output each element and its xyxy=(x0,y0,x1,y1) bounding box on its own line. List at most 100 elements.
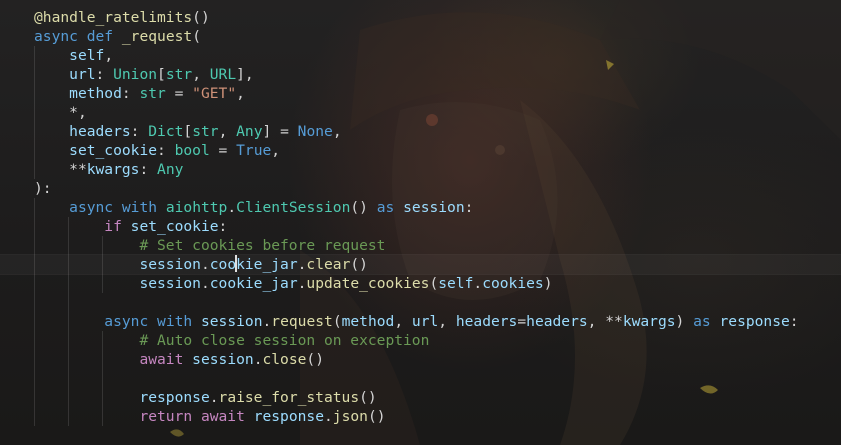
indent-guide xyxy=(68,274,69,293)
code-line[interactable]: # Auto close session on exception xyxy=(0,331,841,350)
code-token: Union xyxy=(113,66,158,83)
indent-guide xyxy=(34,274,35,293)
indent-guide xyxy=(68,350,69,369)
code-token: . xyxy=(227,199,237,216)
indent-guide xyxy=(102,255,103,274)
indentation xyxy=(34,313,104,330)
code-token: cookie_jar xyxy=(209,275,298,292)
code-token: with xyxy=(121,199,158,216)
code-token: . xyxy=(200,256,210,273)
code-line[interactable]: **kwargs: Any xyxy=(0,160,841,179)
code-token: [ xyxy=(157,66,166,83)
code-token: () xyxy=(306,351,324,368)
code-token: method xyxy=(341,313,395,330)
code-token: url xyxy=(411,313,439,330)
code-line[interactable]: response.raise_for_status() xyxy=(0,388,841,407)
indent-guide xyxy=(102,331,103,350)
code-line[interactable] xyxy=(0,369,841,388)
indent-guide xyxy=(34,103,35,122)
indentation xyxy=(34,199,69,216)
indent-guide xyxy=(34,312,35,331)
indent-guide xyxy=(34,217,35,236)
indentation xyxy=(34,47,69,64)
code-token: ( xyxy=(192,28,201,45)
code-line[interactable]: self, xyxy=(0,46,841,65)
code-token: : xyxy=(157,142,175,159)
code-token: return xyxy=(139,408,193,425)
code-line[interactable]: @handle_ratelimits() xyxy=(0,8,841,27)
indent-guide xyxy=(34,350,35,369)
code-token: set_cookie xyxy=(130,218,219,235)
code-line[interactable]: async def _request( xyxy=(0,27,841,46)
indentation xyxy=(34,256,139,273)
code-token: () xyxy=(350,256,368,273)
code-token: as xyxy=(376,199,395,216)
code-token: method xyxy=(69,85,122,102)
code-line[interactable]: await session.close() xyxy=(0,350,841,369)
indentation xyxy=(34,370,139,387)
code-line[interactable]: async with aiohttp.ClientSession() as se… xyxy=(0,198,841,217)
code-line[interactable]: method: str = "GET", xyxy=(0,84,841,103)
code-line[interactable]: return await response.json() xyxy=(0,407,841,426)
code-token: as xyxy=(693,313,711,330)
code-line[interactable]: set_cookie: bool = True, xyxy=(0,141,841,160)
code-token: kwargs xyxy=(86,161,140,178)
code-token: : xyxy=(139,161,158,178)
code-line[interactable]: headers: Dict[str, Any] = None, xyxy=(0,122,841,141)
code-token: ( xyxy=(429,275,439,292)
indent-guide xyxy=(34,84,35,103)
code-line[interactable] xyxy=(0,293,841,312)
code-token: _request xyxy=(121,28,193,45)
code-line[interactable]: async with session.request(method, url, … xyxy=(0,312,841,331)
code-area[interactable]: @handle_ratelimits() async def _request( … xyxy=(0,8,841,426)
indent-guide xyxy=(102,369,103,388)
indentation xyxy=(34,142,69,159)
indentation xyxy=(34,351,139,368)
code-token: : xyxy=(789,313,799,330)
code-token: Any xyxy=(157,161,184,178)
indent-guide xyxy=(102,350,103,369)
code-token: , xyxy=(394,313,412,330)
code-token: . xyxy=(262,313,272,330)
indent-guide xyxy=(102,274,103,293)
code-token: def xyxy=(86,28,114,45)
indent-guide xyxy=(102,407,103,426)
code-token: ): xyxy=(34,180,52,197)
code-token: aiohttp xyxy=(165,199,228,216)
indent-guide xyxy=(34,369,35,388)
code-token: self xyxy=(69,47,105,64)
code-token: ** xyxy=(605,313,623,330)
code-line[interactable]: session.cookie_jar.update_cookies(self.c… xyxy=(0,274,841,293)
code-token: True xyxy=(236,142,272,159)
indent-guide xyxy=(34,160,35,179)
code-token: , xyxy=(192,66,210,83)
code-token: , xyxy=(104,47,114,64)
code-editor[interactable]: @handle_ratelimits() async def _request( … xyxy=(0,0,841,445)
indentation xyxy=(34,66,69,83)
indent-guide xyxy=(68,369,69,388)
indent-guide xyxy=(68,217,69,236)
code-token: session xyxy=(192,351,254,368)
code-line[interactable]: url: Union[str, URL], xyxy=(0,65,841,84)
code-line[interactable]: *, xyxy=(0,103,841,122)
code-token: ( xyxy=(332,313,342,330)
code-token: , xyxy=(218,123,237,140)
code-token: , xyxy=(438,313,456,330)
code-line[interactable]: if set_cookie: xyxy=(0,217,841,236)
code-token: json xyxy=(332,408,368,425)
code-token: : xyxy=(218,218,228,235)
code-token: response xyxy=(139,389,210,406)
indent-guide xyxy=(34,293,35,312)
code-token: Dict xyxy=(148,123,184,140)
code-line[interactable]: # Set cookies before request xyxy=(0,236,841,255)
code-line[interactable]: ): xyxy=(0,179,841,198)
code-token: "GET" xyxy=(192,85,237,102)
code-token: *, xyxy=(69,104,87,121)
code-token: session xyxy=(403,199,465,216)
code-line[interactable]: session.cookie_jar.clear() xyxy=(0,254,841,275)
